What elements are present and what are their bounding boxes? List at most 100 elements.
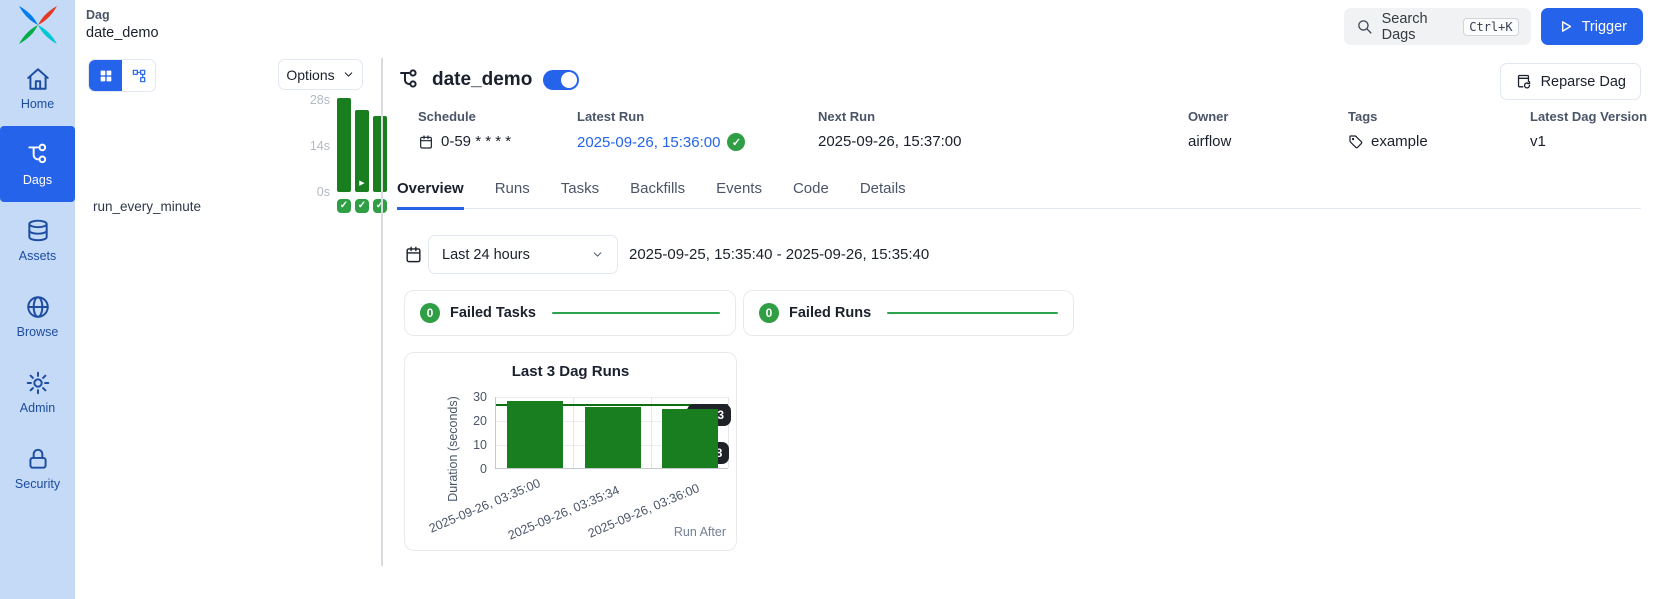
- tag-value: example: [1371, 133, 1428, 150]
- version-value: v1: [1530, 133, 1546, 150]
- sidebar-item-label: Security: [15, 477, 60, 491]
- trigger-dag-button[interactable]: Trigger: [1541, 8, 1643, 45]
- stat-sparkline: [887, 312, 1058, 314]
- sidebar-item-label: Dags: [23, 173, 52, 187]
- tab-overview[interactable]: Overview: [397, 180, 464, 210]
- reparse-dag-button[interactable]: Reparse Dag: [1500, 63, 1641, 100]
- schedule-value: 0-59 * * * *: [441, 133, 511, 150]
- search-shortcut-kbd: Ctrl+K: [1463, 18, 1518, 36]
- view-mode-toggle: [88, 59, 156, 92]
- sidebar-item-label: Home: [21, 97, 54, 111]
- time-range-select[interactable]: Last 24 hours: [428, 235, 618, 274]
- failed-runs-card[interactable]: 0 Failed Runs: [743, 290, 1074, 336]
- stats-row: 0 Failed Tasks 0 Failed Runs: [404, 290, 1074, 336]
- play-icon: [1557, 18, 1574, 35]
- stat-label: Failed Tasks: [450, 305, 536, 321]
- breadcrumb-section: Dag: [86, 8, 159, 22]
- run-success-icon: ✓: [727, 133, 745, 151]
- stat-sparkline: [552, 312, 720, 314]
- airflow-logo[interactable]: [14, 2, 62, 48]
- info-label: Tags: [1348, 109, 1530, 124]
- dag-run-bar[interactable]: [585, 407, 641, 468]
- failed-tasks-card[interactable]: 0 Failed Tasks: [404, 290, 736, 336]
- info-schedule: Schedule 0-59 * * * *: [418, 109, 577, 151]
- failed-runs-count-badge: 0: [759, 303, 779, 323]
- task-state-success-icon[interactable]: ✓: [337, 199, 351, 213]
- sidebar-item-label: Assets: [19, 249, 57, 263]
- sidebar-item-browse[interactable]: Browse: [0, 278, 75, 354]
- info-next-run: Next Run 2025-09-26, 15:37:00: [818, 109, 1188, 151]
- last-dag-runs-chart-card: Last 3 Dag Runs Duration (seconds) 30 20…: [404, 352, 737, 551]
- info-label: Next Run: [818, 109, 1188, 124]
- stat-label: Failed Runs: [789, 305, 871, 321]
- sidebar-item-security[interactable]: Security: [0, 430, 75, 506]
- info-label: Owner: [1188, 109, 1348, 124]
- task-link-run-every-minute[interactable]: run_every_minute: [93, 199, 201, 214]
- dag-info-row: Schedule 0-59 * * * * Latest Run 2025-09…: [418, 109, 1647, 151]
- time-range-selected: Last 24 hours: [442, 247, 591, 263]
- task-state-success-icon[interactable]: ✓: [355, 199, 369, 213]
- owner-value: airflow: [1188, 133, 1231, 150]
- y-tick: 30: [457, 389, 487, 405]
- breadcrumb: Dag date_demo: [86, 8, 159, 41]
- dag-header: date_demo: [397, 68, 579, 92]
- breadcrumb-page: date_demo: [86, 25, 159, 41]
- info-tags: Tags example: [1348, 109, 1530, 151]
- task-run-bar[interactable]: [337, 98, 351, 192]
- tab-events[interactable]: Events: [716, 180, 762, 208]
- task-run-bar[interactable]: ▶: [355, 110, 369, 192]
- sidebar-nav: Home Dags Assets: [0, 50, 75, 506]
- toggle-knob: [561, 72, 577, 88]
- reparse-icon: [1515, 73, 1532, 90]
- tab-backfills[interactable]: Backfills: [630, 180, 685, 208]
- browse-globe-icon: [25, 294, 51, 320]
- info-label: Latest Dag Version: [1530, 109, 1647, 124]
- task-run-bar[interactable]: [373, 116, 387, 192]
- dag-pause-toggle[interactable]: [543, 70, 579, 90]
- sidebar-item-label: Browse: [17, 325, 59, 339]
- y-tick: 0: [457, 461, 487, 477]
- sidebar-item-dags[interactable]: Dags: [0, 126, 75, 202]
- grid-view-button[interactable]: [89, 60, 122, 91]
- dag-runs-plot: 26.43 0.08: [495, 397, 728, 469]
- assets-icon: [25, 218, 51, 244]
- sidebar-item-home[interactable]: Home: [0, 50, 75, 126]
- sidebar-item-admin[interactable]: Admin: [0, 354, 75, 430]
- trigger-label: Trigger: [1582, 19, 1627, 35]
- search-placeholder: Search Dags: [1382, 11, 1455, 43]
- duration-tick: 28s: [296, 93, 330, 107]
- sidebar-item-assets[interactable]: Assets: [0, 202, 75, 278]
- app-root: Home Dags Assets: [0, 0, 1657, 599]
- info-label: Schedule: [418, 109, 577, 124]
- tab-code[interactable]: Code: [793, 180, 829, 208]
- info-owner: Owner airflow: [1188, 109, 1348, 151]
- tab-tasks[interactable]: Tasks: [561, 180, 599, 208]
- latest-run-link[interactable]: 2025-09-26, 15:36:00: [577, 134, 720, 151]
- task-state-success-icon[interactable]: ✓: [373, 199, 387, 213]
- graph-view-button[interactable]: [122, 60, 155, 91]
- duration-tick: 14s: [296, 139, 330, 153]
- dag-run-bar[interactable]: [662, 409, 718, 468]
- manual-run-play-icon: ▶: [355, 180, 369, 188]
- dag-tabs: Overview Runs Tasks Backfills Events Cod…: [397, 180, 1641, 209]
- admin-gear-icon: [25, 370, 51, 396]
- y-tick: 10: [457, 437, 487, 453]
- panel-divider: [381, 58, 383, 566]
- options-dropdown[interactable]: Options: [278, 59, 363, 90]
- y-tick: 20: [457, 413, 487, 429]
- dag-run-bar[interactable]: [507, 401, 563, 468]
- tab-details[interactable]: Details: [860, 180, 906, 208]
- airflow-pinwheel-icon: [16, 3, 60, 47]
- search-dags-button[interactable]: Search Dags Ctrl+K: [1344, 8, 1531, 45]
- dag-run-duration-bars: ✓ ▶ ✓ ✓: [337, 97, 387, 213]
- calendar-icon: [404, 245, 423, 264]
- tag-icon: [1348, 134, 1364, 150]
- home-icon: [25, 66, 51, 92]
- chart-title: Last 3 Dag Runs: [405, 363, 736, 380]
- info-dag-version: Latest Dag Version v1: [1530, 109, 1647, 151]
- info-latest-run: Latest Run 2025-09-26, 15:36:00 ✓: [577, 109, 818, 151]
- time-range-text: 2025-09-25, 15:35:40 - 2025-09-26, 15:35…: [629, 246, 929, 263]
- tab-runs[interactable]: Runs: [495, 180, 530, 208]
- next-run-value: 2025-09-26, 15:37:00: [818, 133, 961, 150]
- chevron-down-icon: [591, 248, 604, 261]
